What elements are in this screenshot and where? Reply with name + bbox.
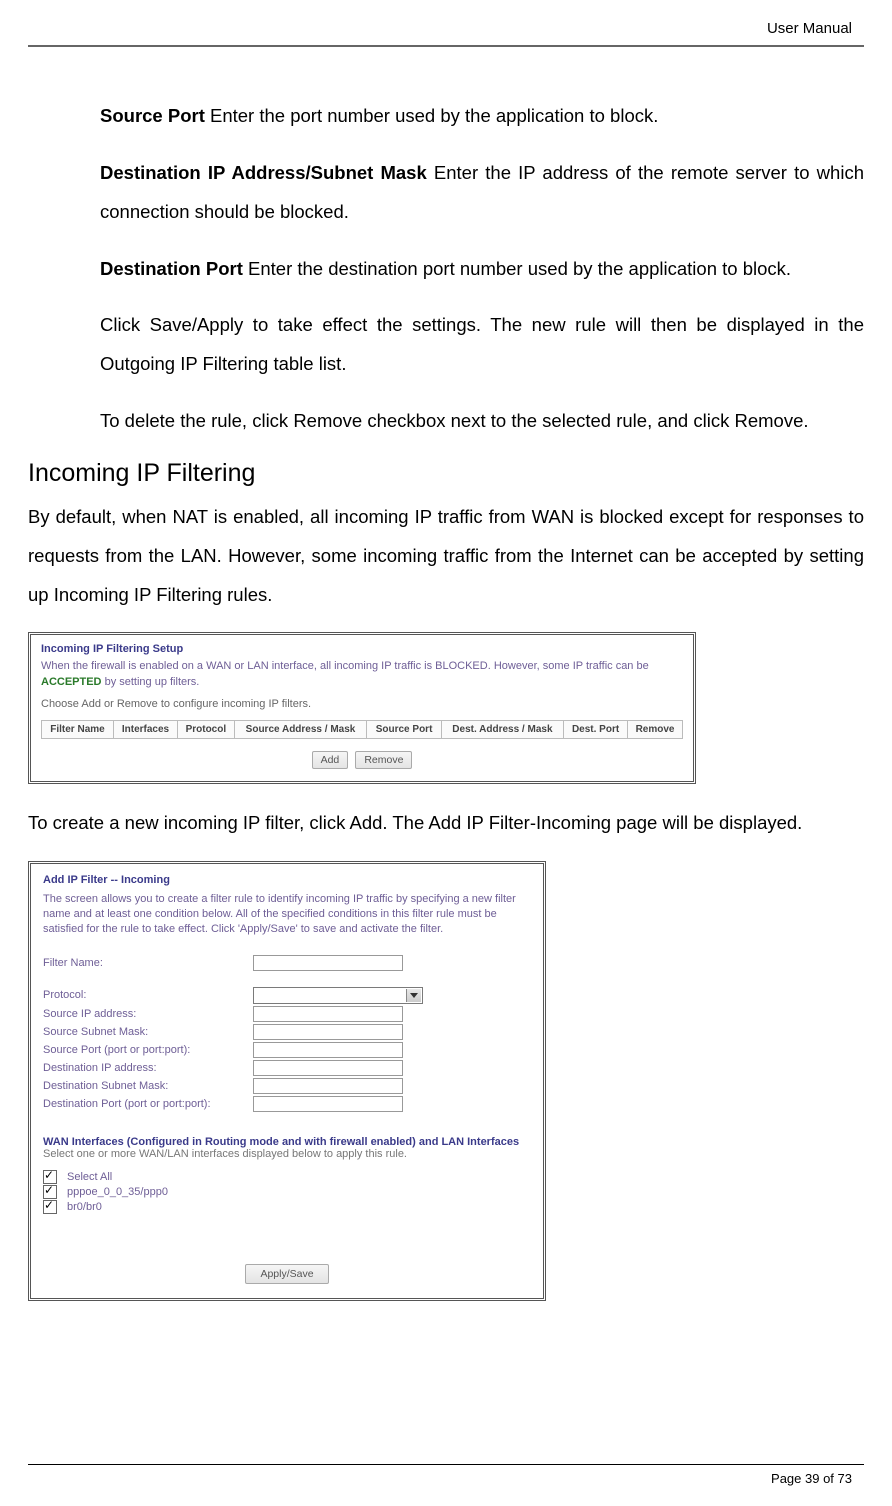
row-protocol: Protocol: <box>43 987 531 1004</box>
label-src-port: Source Port (port or port:port): <box>43 1044 253 1056</box>
col-protocol: Protocol <box>178 721 235 739</box>
wan-interfaces-title: WAN Interfaces (Configured in Routing mo… <box>43 1136 531 1148</box>
checkbox-select-all[interactable] <box>43 1170 57 1184</box>
label-dst-ip: Destination IP address: <box>43 1062 253 1074</box>
row-filter-name: Filter Name: <box>43 955 531 971</box>
remove-button[interactable]: Remove <box>355 751 412 769</box>
divider-top <box>28 45 864 47</box>
shot1-desc-post: by setting up filters. <box>102 676 200 688</box>
apply-save-button[interactable]: Apply/Save <box>245 1264 328 1284</box>
row-dst-mask: Destination Subnet Mask: <box>43 1078 531 1094</box>
input-src-ip[interactable] <box>253 1006 403 1022</box>
checkbox-row-pppoe: pppoe_0_0_35/ppp0 <box>43 1185 531 1199</box>
screenshot-filtering-setup: Incoming IP Filtering Setup When the fir… <box>28 632 696 784</box>
input-src-port[interactable] <box>253 1042 403 1058</box>
label-dest-ip: Destination IP Address/Subnet Mask <box>100 162 427 183</box>
col-dest-address: Dest. Address / Mask <box>441 721 563 739</box>
select-protocol[interactable] <box>253 987 423 1004</box>
paragraph-source-port: Source Port Enter the port number used b… <box>100 97 864 136</box>
label-dest-port: Destination Port <box>100 258 243 279</box>
wan-interfaces-desc: Select one or more WAN/LAN interfaces di… <box>43 1148 531 1160</box>
row-src-port: Source Port (port or port:port): <box>43 1042 531 1058</box>
label-src-mask: Source Subnet Mask: <box>43 1026 253 1038</box>
paragraph-delete-rule: To delete the rule, click Remove checkbo… <box>100 402 864 441</box>
document-page: User Manual Source Port Enter the port n… <box>0 0 892 1506</box>
body-content: Source Port Enter the port number used b… <box>0 97 892 441</box>
col-source-port: Source Port <box>367 721 441 739</box>
text-dest-port: Enter the destination port number used b… <box>243 258 791 279</box>
shot2-desc: The screen allows you to create a filter… <box>43 892 531 937</box>
text-source-port: Enter the port number used by the applic… <box>205 105 659 126</box>
label-protocol: Protocol: <box>43 989 253 1001</box>
page-header: User Manual <box>0 20 892 45</box>
add-button[interactable]: Add <box>312 751 349 769</box>
shot1-title: Incoming IP Filtering Setup <box>41 643 683 655</box>
input-dst-port[interactable] <box>253 1096 403 1112</box>
checkbox-pppoe[interactable] <box>43 1185 57 1199</box>
shot1-desc: When the firewall is enabled on a WAN or… <box>41 659 683 690</box>
col-remove: Remove <box>628 721 683 739</box>
page-footer: Page 39 of 73 <box>0 1469 892 1486</box>
intro-text: By default, when NAT is enabled, all inc… <box>0 498 892 615</box>
paragraph-dest-port: Destination Port Enter the destination p… <box>100 250 864 289</box>
paragraph-save-apply: Click Save/Apply to take effect the sett… <box>100 306 864 384</box>
filter-table: Filter Name Interfaces Protocol Source A… <box>41 720 683 739</box>
label-source-port: Source Port <box>100 105 205 126</box>
paragraph-dest-ip: Destination IP Address/Subnet Mask Enter… <box>100 154 864 232</box>
input-dst-ip[interactable] <box>253 1060 403 1076</box>
checkbox-br0[interactable] <box>43 1200 57 1214</box>
checkbox-label-pppoe: pppoe_0_0_35/ppp0 <box>67 1186 168 1198</box>
mid-paragraph: To create a new incoming IP filter, clic… <box>28 804 864 843</box>
screenshot-add-filter: Add IP Filter -- Incoming The screen all… <box>28 861 546 1301</box>
col-interfaces: Interfaces <box>113 721 177 739</box>
input-src-mask[interactable] <box>253 1024 403 1040</box>
shot1-accepted: ACCEPTED <box>41 676 102 688</box>
section-title: Incoming IP Filtering <box>28 459 864 488</box>
shot1-desc2: Choose Add or Remove to configure incomi… <box>41 698 683 710</box>
apply-row: Apply/Save <box>43 1264 531 1284</box>
row-dst-ip: Destination IP address: <box>43 1060 531 1076</box>
label-dst-port: Destination Port (port or port:port): <box>43 1098 253 1110</box>
input-filter-name[interactable] <box>253 955 403 971</box>
col-source-address: Source Address / Mask <box>234 721 367 739</box>
shot2-title: Add IP Filter -- Incoming <box>43 874 531 886</box>
checkbox-label-br0: br0/br0 <box>67 1201 102 1213</box>
table-header-row: Filter Name Interfaces Protocol Source A… <box>42 721 683 739</box>
intro-paragraph: By default, when NAT is enabled, all inc… <box>28 498 864 615</box>
button-row: Add Remove <box>41 751 683 769</box>
col-filter-name: Filter Name <box>42 721 114 739</box>
row-src-ip: Source IP address: <box>43 1006 531 1022</box>
row-dst-port: Destination Port (port or port:port): <box>43 1096 531 1112</box>
label-src-ip: Source IP address: <box>43 1008 253 1020</box>
label-dst-mask: Destination Subnet Mask: <box>43 1080 253 1092</box>
divider-bottom <box>28 1464 864 1465</box>
row-src-mask: Source Subnet Mask: <box>43 1024 531 1040</box>
checkbox-label-select-all: Select All <box>67 1171 112 1183</box>
shot1-desc-pre: When the firewall is enabled on a WAN or… <box>41 660 649 672</box>
checkbox-row-br0: br0/br0 <box>43 1200 531 1214</box>
mid-text-block: To create a new incoming IP filter, clic… <box>0 804 892 843</box>
col-dest-port: Dest. Port <box>564 721 628 739</box>
checkbox-row-select-all: Select All <box>43 1170 531 1184</box>
input-dst-mask[interactable] <box>253 1078 403 1094</box>
label-filter-name: Filter Name: <box>43 957 253 969</box>
